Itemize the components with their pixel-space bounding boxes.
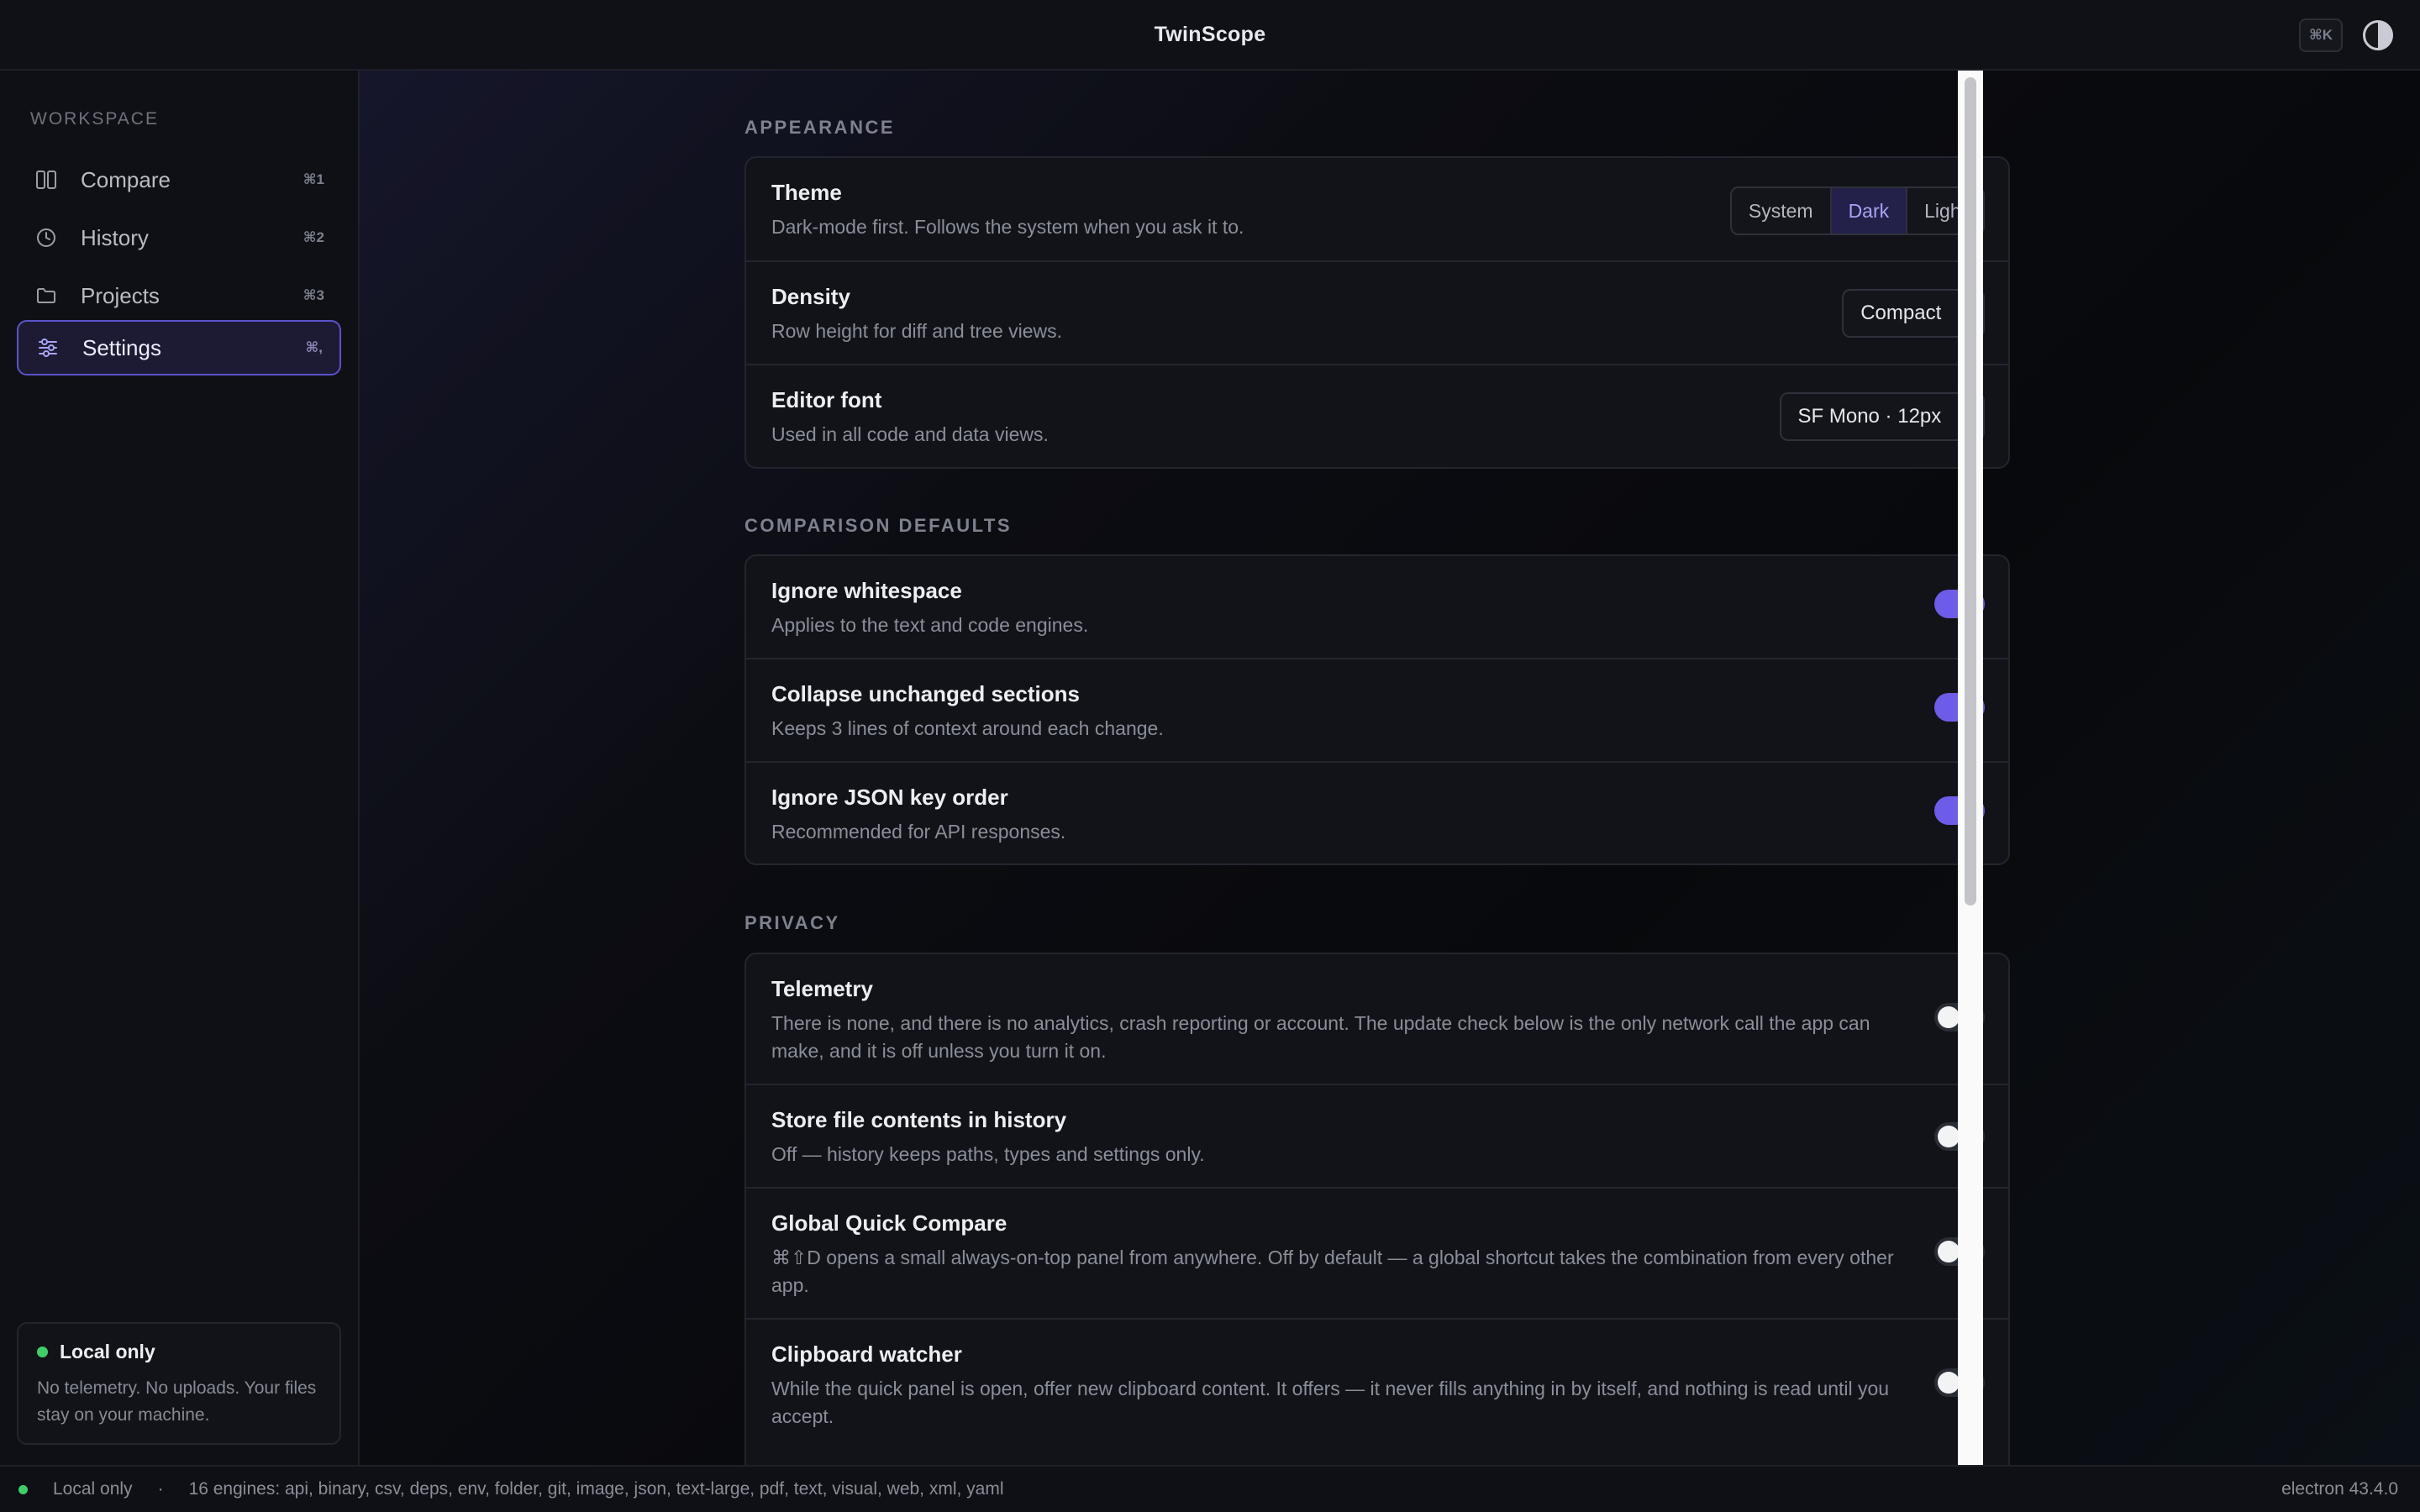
title-bar: TwinScope ⌘K	[0, 0, 2420, 71]
editor-font-select[interactable]: SF Mono · 12px ⌄	[1779, 392, 1985, 441]
columns-icon	[34, 167, 59, 192]
status-engines: 16 engines: api, binary, csv, deps, env,…	[188, 1479, 1004, 1499]
privacy-card: Telemetry There is none, and there is no…	[744, 953, 2010, 1465]
theme-option-system[interactable]: System	[1732, 188, 1832, 234]
settings-scrollbar[interactable]	[1958, 71, 1983, 1465]
sidebar-item-label: Settings	[82, 334, 161, 360]
setting-desc: Used in all code and data views.	[771, 423, 1049, 445]
theme-option-dark[interactable]: Dark	[1831, 188, 1908, 234]
local-only-title: Local only	[37, 1341, 321, 1363]
clock-icon	[34, 225, 59, 250]
sidebar: WORKSPACE Compare ⌘1 History ⌘2 Projects…	[0, 71, 360, 1465]
setting-desc: Dark-mode first. Follows the system when…	[771, 216, 1244, 238]
setting-title: Density	[771, 284, 850, 309]
section-title-privacy: PRIVACY	[744, 912, 840, 933]
toggle-knob	[1938, 1126, 1960, 1147]
toggle-knob	[1938, 1372, 1960, 1394]
sidebar-item-shortcut: ⌘3	[302, 287, 324, 303]
setting-desc: Applies to the text and code engines.	[771, 614, 1089, 636]
setting-desc: Recommended for API responses.	[771, 821, 1066, 843]
setting-desc: Row height for diff and tree views.	[771, 320, 1063, 342]
sidebar-item-label: History	[81, 224, 149, 250]
setting-desc: Keeps 3 lines of context around each cha…	[771, 717, 1164, 739]
folder-icon	[34, 283, 59, 308]
local-only-card: Local only No telemetry. No uploads. You…	[17, 1322, 341, 1445]
section-title-comparison: COMPARISON DEFAULTS	[744, 515, 1013, 536]
status-version: electron 43.4.0	[2281, 1479, 2398, 1499]
status-separator: ·	[157, 1479, 164, 1499]
sidebar-item-settings[interactable]: Settings ⌘,	[17, 320, 341, 375]
setting-desc: Off — history keeps paths, types and set…	[771, 1143, 1205, 1165]
section-title-appearance: APPEARANCE	[744, 117, 896, 138]
toggle-knob	[1938, 1006, 1960, 1028]
theme-toggle-icon[interactable]	[2363, 20, 2393, 50]
setting-row-density: Density Row height for diff and tree vie…	[746, 262, 2008, 365]
status-local-only: Local only	[53, 1479, 133, 1499]
setting-row-telemetry: Telemetry There is none, and there is no…	[746, 954, 2008, 1085]
density-value: Compact	[1860, 302, 1942, 324]
setting-title: Telemetry	[771, 976, 873, 1001]
status-dot-icon	[37, 1347, 48, 1357]
setting-row-ignore-whitespace: Ignore whitespace Applies to the text an…	[746, 556, 2008, 659]
setting-title: Ignore JSON key order	[771, 785, 1008, 810]
nav-section-header: WORKSPACE	[30, 109, 159, 129]
sidebar-item-history[interactable]: History ⌘2	[17, 210, 341, 265]
setting-row-collapse-unchanged: Collapse unchanged sections Keeps 3 line…	[746, 659, 2008, 763]
status-dot-icon	[18, 1484, 28, 1494]
setting-title: Theme	[771, 180, 842, 205]
local-only-text: No telemetry. No uploads. Your files sta…	[37, 1378, 317, 1425]
setting-title: Editor font	[771, 387, 882, 412]
setting-row-theme: Theme Dark-mode first. Follows the syste…	[746, 158, 2008, 262]
sliders-icon	[35, 335, 60, 360]
setting-row-store-file-contents: Store file contents in history Off — his…	[746, 1085, 2008, 1189]
setting-desc: While the quick panel is open, offer new…	[771, 1378, 1890, 1427]
setting-row-clipboard-watcher: Clipboard watcher While the quick panel …	[746, 1320, 2008, 1465]
local-only-label: Local only	[60, 1341, 155, 1362]
setting-row-editor-font: Editor font Used in all code and data vi…	[746, 365, 2008, 467]
sidebar-item-compare[interactable]: Compare ⌘1	[17, 152, 341, 207]
setting-title: Collapse unchanged sections	[771, 681, 1080, 706]
appearance-card: Theme Dark-mode first. Follows the syste…	[744, 156, 2010, 469]
app-title: TwinScope	[1154, 22, 1266, 46]
status-bar: Local only · 16 engines: api, binary, cs…	[0, 1465, 2420, 1512]
theme-segmented-control: System Dark Light	[1729, 186, 1985, 235]
sidebar-item-shortcut: ⌘2	[302, 229, 324, 245]
toggle-knob	[1938, 1241, 1960, 1263]
setting-title: Store file contents in history	[771, 1107, 1067, 1132]
scrollbar-thumb[interactable]	[1965, 77, 1976, 906]
sidebar-item-label: Compare	[81, 166, 171, 192]
setting-desc: There is none, and there is no analytics…	[771, 1012, 1870, 1062]
setting-row-global-quick-compare: Global Quick Compare ⌘⇧D opens a small a…	[746, 1189, 2008, 1320]
sidebar-item-shortcut: ⌘,	[305, 339, 324, 355]
app-window: TwinScope ⌘K WORKSPACE Compare ⌘1 Histor…	[0, 0, 2420, 1512]
comparison-card: Ignore whitespace Applies to the text an…	[744, 554, 2010, 865]
sidebar-item-label: Projects	[81, 282, 160, 308]
setting-desc: ⌘⇧D opens a small always-on-top panel fr…	[771, 1247, 1894, 1296]
setting-title: Ignore whitespace	[771, 578, 962, 603]
sidebar-item-shortcut: ⌘1	[302, 171, 324, 187]
editor-font-value: SF Mono · 12px	[1797, 405, 1942, 428]
setting-title: Global Quick Compare	[771, 1210, 1007, 1236]
setting-title: Clipboard watcher	[771, 1341, 962, 1367]
settings-main: APPEARANCE Theme Dark-mode first. Follow…	[360, 71, 2420, 1465]
setting-row-ignore-json-key-order: Ignore JSON key order Recommended for AP…	[746, 763, 2008, 864]
sidebar-item-projects[interactable]: Projects ⌘3	[17, 268, 341, 323]
command-palette-button[interactable]: ⌘K	[2299, 18, 2343, 52]
